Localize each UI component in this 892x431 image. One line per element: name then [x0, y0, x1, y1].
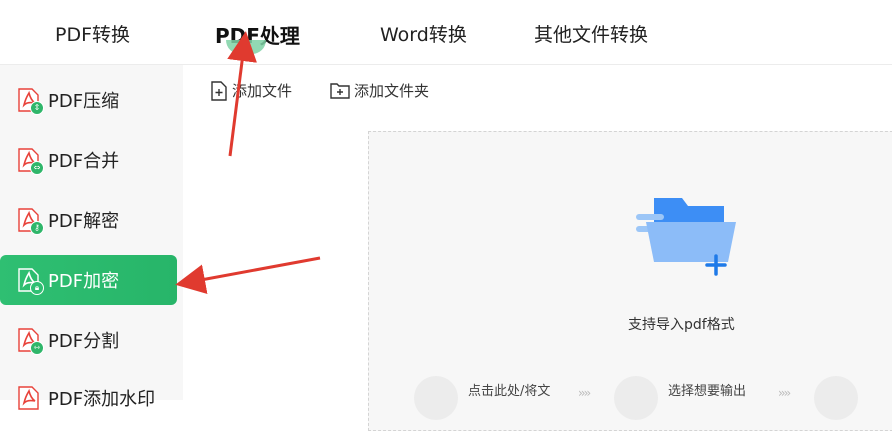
- add-folder-button[interactable]: 添加文件夹: [330, 80, 429, 101]
- chevrons-icon: ››››: [778, 386, 791, 400]
- split-badge-icon: ⇿: [30, 341, 44, 355]
- sidebar-item-label: PDF添加水印: [48, 389, 156, 410]
- supported-format-text: 支持导入pdf格式: [628, 317, 735, 333]
- sidebar-item-label: PDF压缩: [48, 91, 120, 112]
- arrow-to-encrypt-icon: [175, 256, 321, 295]
- tab-pdf-convert[interactable]: PDF转换: [55, 20, 130, 47]
- lock-badge-icon: 🔒︎: [30, 281, 44, 295]
- step-three-icon: [814, 376, 858, 420]
- add-file-button[interactable]: 添加文件: [210, 80, 292, 101]
- sidebar-item-label: PDF解密: [48, 211, 120, 232]
- step-one-icon: [414, 376, 458, 420]
- add-file-icon: [211, 80, 227, 101]
- sidebar-item-pdf-decrypt[interactable]: ⚷ PDF解密: [0, 195, 177, 245]
- folder-add-icon: [636, 198, 736, 276]
- unlock-badge-icon: ⚷: [30, 221, 44, 235]
- add-file-label: 添加文件: [232, 82, 293, 100]
- step-one-text: 点击此处/将文: [468, 384, 551, 399]
- merge-badge-icon: ⇔: [30, 161, 44, 175]
- pdf-file-icon: ⚷: [16, 207, 44, 235]
- chevrons-icon: ››››: [578, 386, 591, 400]
- tab-other-convert[interactable]: 其他文件转换: [534, 20, 648, 47]
- sidebar-item-pdf-watermark[interactable]: PDF添加水印: [0, 373, 177, 423]
- pdf-file-icon: ⇕: [16, 87, 44, 115]
- sidebar-item-label: PDF合并: [48, 151, 120, 172]
- active-tab-indicator: [226, 40, 266, 54]
- sidebar-item-pdf-split[interactable]: ⇿ PDF分割: [0, 315, 177, 365]
- pdf-file-icon: [16, 385, 42, 411]
- add-folder-label: 添加文件夹: [354, 82, 430, 100]
- pdf-file-icon: 🔒︎: [16, 267, 44, 295]
- add-folder-icon: [330, 82, 350, 99]
- tab-word-convert[interactable]: Word转换: [380, 20, 467, 47]
- step-two-text: 选择想要输出: [668, 384, 747, 399]
- sidebar-item-pdf-encrypt[interactable]: 🔒︎ PDF加密: [0, 255, 177, 305]
- compress-badge-icon: ⇕: [30, 101, 44, 115]
- pdf-file-icon: ⇿: [16, 327, 44, 355]
- sidebar-item-pdf-compress[interactable]: ⇕ PDF压缩: [0, 75, 177, 125]
- pdf-file-icon: ⇔: [16, 147, 44, 175]
- top-tab-bar: PDF转换 PDF处理 Word转换 其他文件转换: [0, 0, 892, 65]
- sidebar-item-pdf-merge[interactable]: ⇔ PDF合并: [0, 135, 177, 185]
- step-two-icon: [614, 376, 658, 420]
- sidebar-item-label: PDF加密: [48, 271, 120, 292]
- sidebar-item-label: PDF分割: [48, 331, 120, 352]
